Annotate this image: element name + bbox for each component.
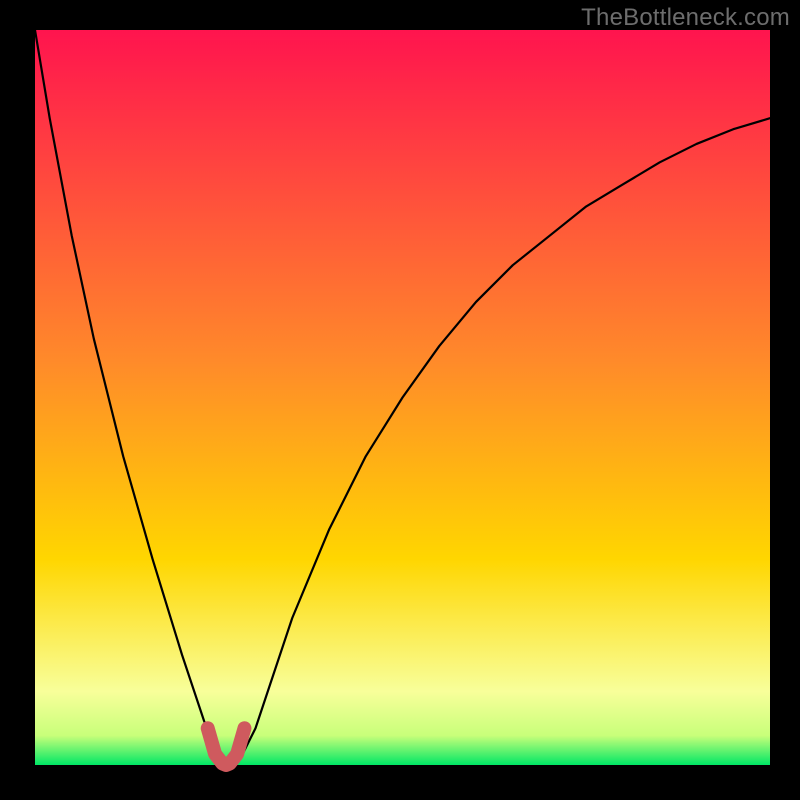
chart-root: TheBottleneck.com — [0, 0, 800, 800]
watermark-text: TheBottleneck.com — [581, 4, 790, 32]
bottleneck-chart — [0, 0, 800, 800]
